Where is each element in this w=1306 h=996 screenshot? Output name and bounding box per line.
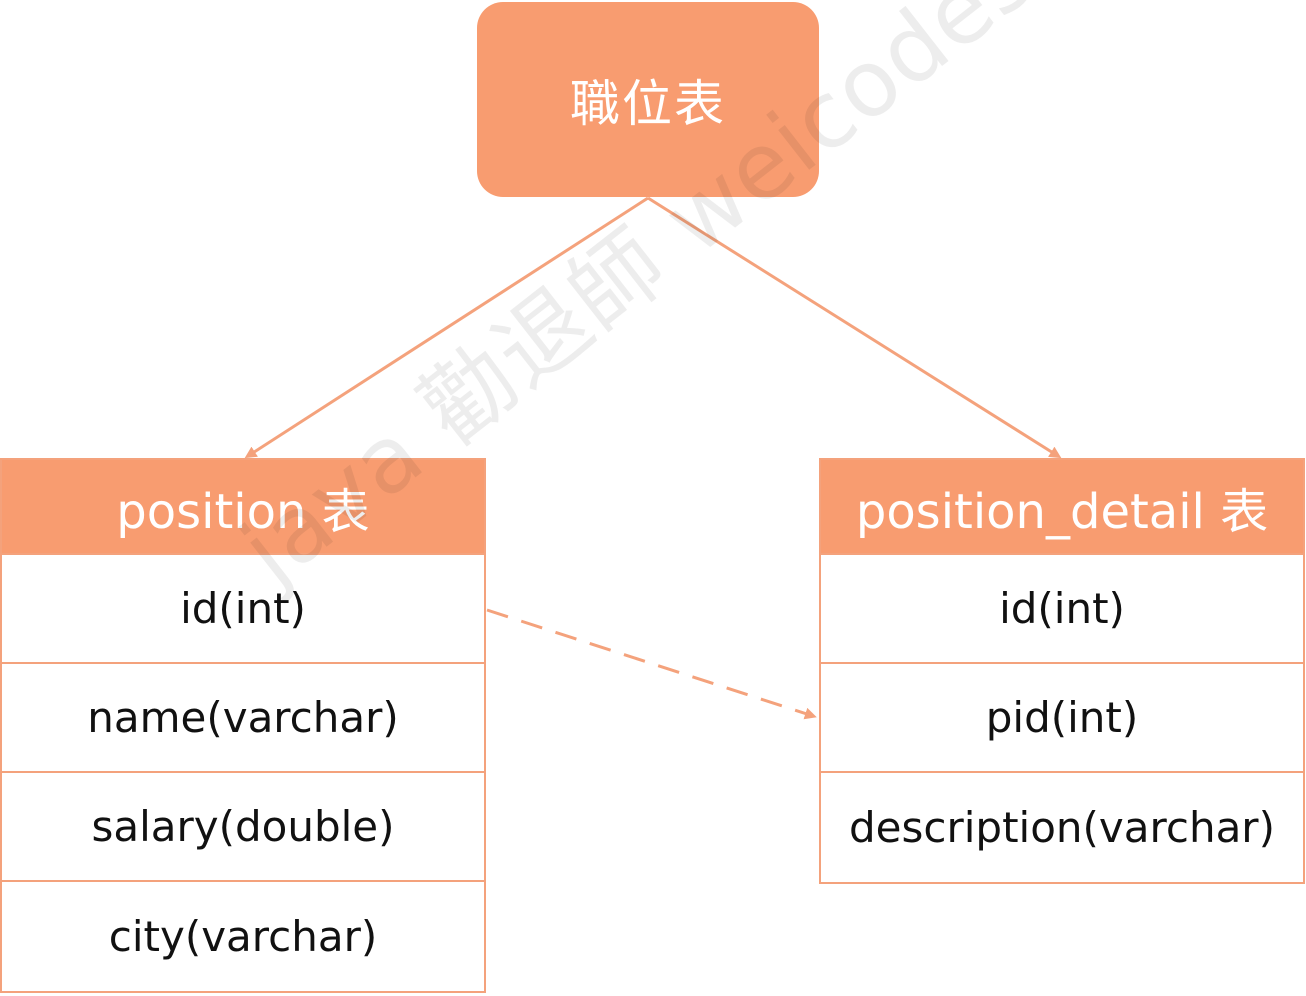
position-column-city: city(varchar) (108, 912, 378, 961)
root-node-position-table: 職位表 (477, 2, 819, 197)
connector-root-to-position (244, 196, 649, 459)
position-detail-table: position_detail 表 id(int) pid(int) descr… (819, 458, 1305, 884)
diagram-canvas: 職位表 position 表 id(int) name(varchar) sal… (0, 0, 1306, 996)
position-table-title: position 表 (2, 460, 484, 555)
position-detail-column-description: description(varchar) (849, 803, 1275, 852)
position-table: position 表 id(int) name(varchar) salary(… (0, 458, 486, 993)
foreign-key-connector (486, 608, 817, 720)
connector-root-to-position-detail (647, 196, 1062, 459)
position-detail-table-title: position_detail 表 (821, 460, 1303, 555)
position-column-id: id(int) (2, 555, 484, 664)
position-column-name: name(varchar) (2, 664, 484, 773)
position-detail-column-id: id(int) (821, 555, 1303, 664)
position-column-salary: salary(double) (2, 773, 484, 882)
position-detail-column-pid: pid(int) (821, 664, 1303, 773)
root-node-label: 職位表 (570, 74, 726, 133)
